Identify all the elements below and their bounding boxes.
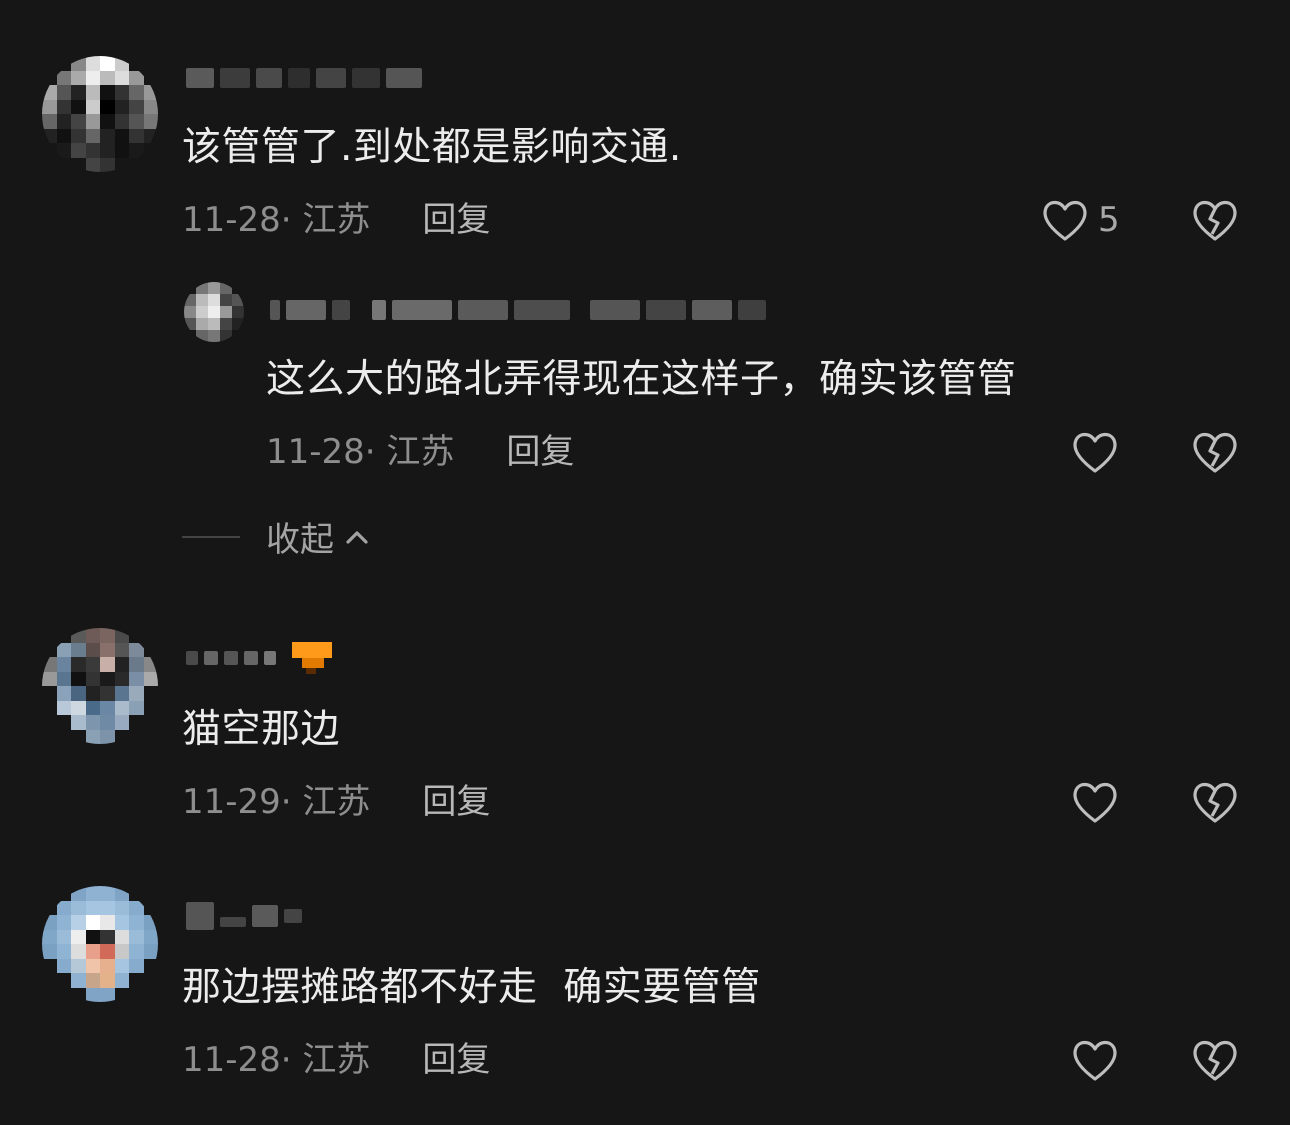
broken-heart-icon xyxy=(1193,1040,1237,1081)
comment-text: 该管管了.到处都是影响交通. xyxy=(182,125,682,170)
username-blurred[interactable] xyxy=(186,58,422,98)
dislike-button[interactable] xyxy=(1190,196,1240,244)
like-button[interactable] xyxy=(1070,1036,1120,1084)
reply-button[interactable]: 回复 xyxy=(422,1040,490,1080)
dislike-button[interactable] xyxy=(1190,1036,1240,1084)
avatar[interactable] xyxy=(42,56,158,172)
username-blurred[interactable] xyxy=(186,638,334,678)
comment-location: · 江苏 xyxy=(280,200,371,240)
divider-line xyxy=(182,535,240,538)
dislike-button[interactable] xyxy=(1190,778,1240,826)
comment-location: · 江苏 xyxy=(280,1040,371,1080)
reply-button[interactable]: 回复 xyxy=(422,200,490,240)
comment-date: 11-28 xyxy=(182,1040,281,1080)
comment-text: 猫空那边 xyxy=(182,707,341,752)
comment-meta: 11-28· 江苏 回复 xyxy=(182,200,490,240)
collapse-label: 收起 xyxy=(266,520,334,560)
like-button[interactable]: 5 xyxy=(1040,196,1120,244)
avatar[interactable] xyxy=(42,886,158,1002)
reply-like-button[interactable] xyxy=(1070,428,1120,476)
broken-heart-icon xyxy=(1193,782,1237,823)
reply-meta: 11-28· 江苏 回复 xyxy=(266,432,574,472)
collapse-replies-button[interactable]: 收起 xyxy=(182,512,370,561)
like-count: 5 xyxy=(1098,200,1120,240)
comment-text: 那边摆摊路都不好走 确实要管管 xyxy=(182,965,761,1010)
heart-outline-icon xyxy=(1073,432,1117,473)
broken-heart-icon xyxy=(1193,432,1237,473)
reply-dislike-button[interactable] xyxy=(1190,428,1240,476)
reply-button[interactable]: 回复 xyxy=(422,782,490,822)
avatar[interactable] xyxy=(42,628,158,744)
comment-date: 11-28 xyxy=(182,200,281,240)
heart-outline-icon xyxy=(1073,1040,1117,1081)
comment-meta: 11-28· 江苏 回复 xyxy=(182,1040,490,1080)
heart-outline-icon xyxy=(1043,200,1087,241)
comment-meta: 11-29· 江苏 回复 xyxy=(182,782,490,822)
like-button[interactable] xyxy=(1070,778,1120,826)
comment-date: 11-29 xyxy=(182,782,281,822)
reply-date: 11-28 xyxy=(266,432,365,472)
reply-reply-button[interactable]: 回复 xyxy=(506,432,574,472)
reply-location: · 江苏 xyxy=(364,432,455,472)
heart-outline-icon xyxy=(1073,782,1117,823)
reply-avatar[interactable] xyxy=(184,282,244,342)
comment-location: · 江苏 xyxy=(280,782,371,822)
username-blurred[interactable] xyxy=(186,896,302,936)
broken-heart-icon xyxy=(1193,200,1237,241)
reply-username-blurred[interactable] xyxy=(270,290,766,330)
badge-icon xyxy=(292,642,332,674)
reply-text: 这么大的路北弄得现在这样子，确实该管管 xyxy=(266,357,1017,402)
chevron-up-icon xyxy=(346,530,368,544)
